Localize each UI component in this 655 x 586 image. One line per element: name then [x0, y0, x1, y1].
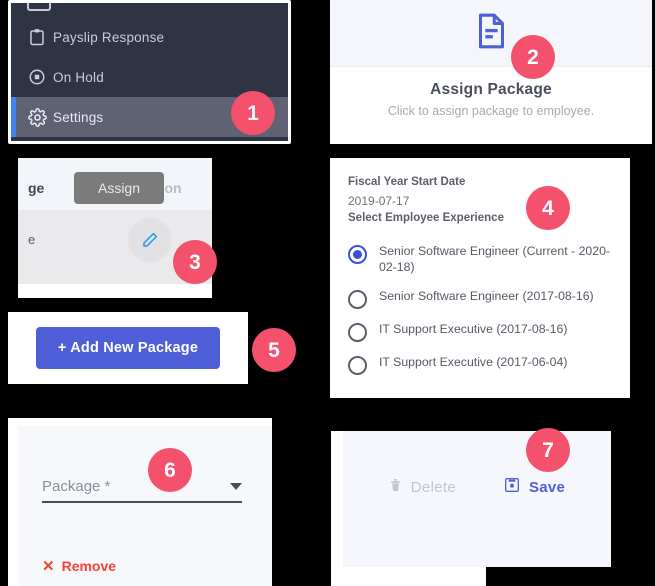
callout-badge-1: 1 — [231, 91, 275, 135]
callout-badge-2: 2 — [511, 35, 555, 79]
sidebar-item-label: Payslip Response — [53, 29, 165, 45]
gear-icon — [27, 107, 47, 127]
assign-package-card[interactable]: Assign Package Click to assign package t… — [330, 0, 652, 144]
callout-badge-5: 5 — [252, 328, 296, 372]
nav-partial-item-above — [11, 3, 288, 17]
add-new-package-button[interactable]: + Add New Package — [35, 327, 221, 369]
sidebar-item-payslip-response[interactable]: Payslip Response — [11, 17, 288, 57]
on-hold-record-icon — [27, 67, 47, 87]
fiscal-year-value: 2019-07-17 — [348, 193, 410, 208]
table-header-row: ge Action Assign — [18, 158, 212, 210]
package-select-panel: Package * ✕ Remove — [8, 418, 272, 586]
radio-button-selected[interactable] — [348, 245, 367, 265]
select-underline — [42, 501, 242, 503]
column-header-package: ge — [28, 180, 45, 196]
radio-option-label: IT Support Executive (2017-06-04) — [379, 355, 568, 370]
experience-radio-group[interactable]: Senior Software Engineer (Current - 2020… — [348, 244, 612, 376]
employee-experience-panel: Fiscal Year Start Date 2019-07-17 Select… — [330, 158, 630, 398]
radio-option-2[interactable]: IT Support Executive (2017-08-16) — [348, 322, 612, 343]
pencil-icon — [143, 232, 158, 247]
package-select[interactable]: Package * — [42, 478, 242, 503]
save-button[interactable]: Save — [504, 477, 565, 497]
assign-tooltip: Assign — [74, 172, 164, 204]
chevron-down-icon[interactable] — [230, 483, 242, 490]
sidebar-item-label: Settings — [53, 109, 104, 125]
radio-button[interactable] — [348, 290, 367, 310]
callout-badge-4: 4 — [526, 186, 570, 230]
remove-package-link[interactable]: ✕ Remove — [42, 558, 116, 574]
package-select-row[interactable]: Package * — [42, 478, 242, 501]
floppy-save-icon — [504, 477, 520, 497]
trash-icon — [389, 477, 402, 497]
sidebar-item-label: On Hold — [53, 69, 104, 85]
assign-package-card-header — [330, 0, 652, 67]
remove-label: Remove — [61, 558, 117, 574]
clipboard-icon — [27, 27, 47, 47]
action-bar: Delete Save — [343, 470, 611, 504]
assign-package-title: Assign Package — [430, 81, 552, 98]
callout-badge-6: 6 — [148, 448, 192, 492]
radio-option-label: Senior Software Engineer (2017-08-16) — [379, 289, 594, 304]
close-icon: ✕ — [42, 557, 55, 575]
callout-badge-3: 3 — [173, 240, 217, 284]
partial-icon — [27, 3, 51, 11]
package-select-placeholder: Package * — [42, 478, 111, 495]
delete-button[interactable]: Delete — [389, 477, 456, 497]
add-package-panel: + Add New Package — [8, 312, 248, 384]
radio-button[interactable] — [348, 323, 367, 343]
assign-package-card-body: Assign Package Click to assign package t… — [330, 67, 652, 118]
radio-option-0[interactable]: Senior Software Engineer (Current - 2020… — [348, 244, 612, 276]
radio-option-label: IT Support Executive (2017-08-16) — [379, 322, 568, 337]
save-label: Save — [528, 478, 566, 496]
radio-option-3[interactable]: IT Support Executive (2017-06-04) — [348, 355, 612, 376]
radio-option-1[interactable]: Senior Software Engineer (2017-08-16) — [348, 289, 612, 310]
fiscal-year-label: Fiscal Year Start Date — [348, 176, 466, 188]
package-form: Package * ✕ Remove — [18, 426, 272, 586]
edit-package-button[interactable] — [128, 218, 172, 262]
radio-button[interactable] — [348, 356, 367, 376]
assign-package-subtitle: Click to assign package to employee. — [387, 104, 595, 118]
select-experience-label: Select Employee Experience — [348, 212, 504, 225]
radio-option-label: Senior Software Engineer (Current - 2020… — [379, 244, 611, 275]
delete-label: Delete — [410, 478, 456, 496]
callout-badge-7: 7 — [526, 428, 570, 472]
table-cell-name: e — [28, 232, 36, 247]
document-icon — [475, 13, 508, 54]
